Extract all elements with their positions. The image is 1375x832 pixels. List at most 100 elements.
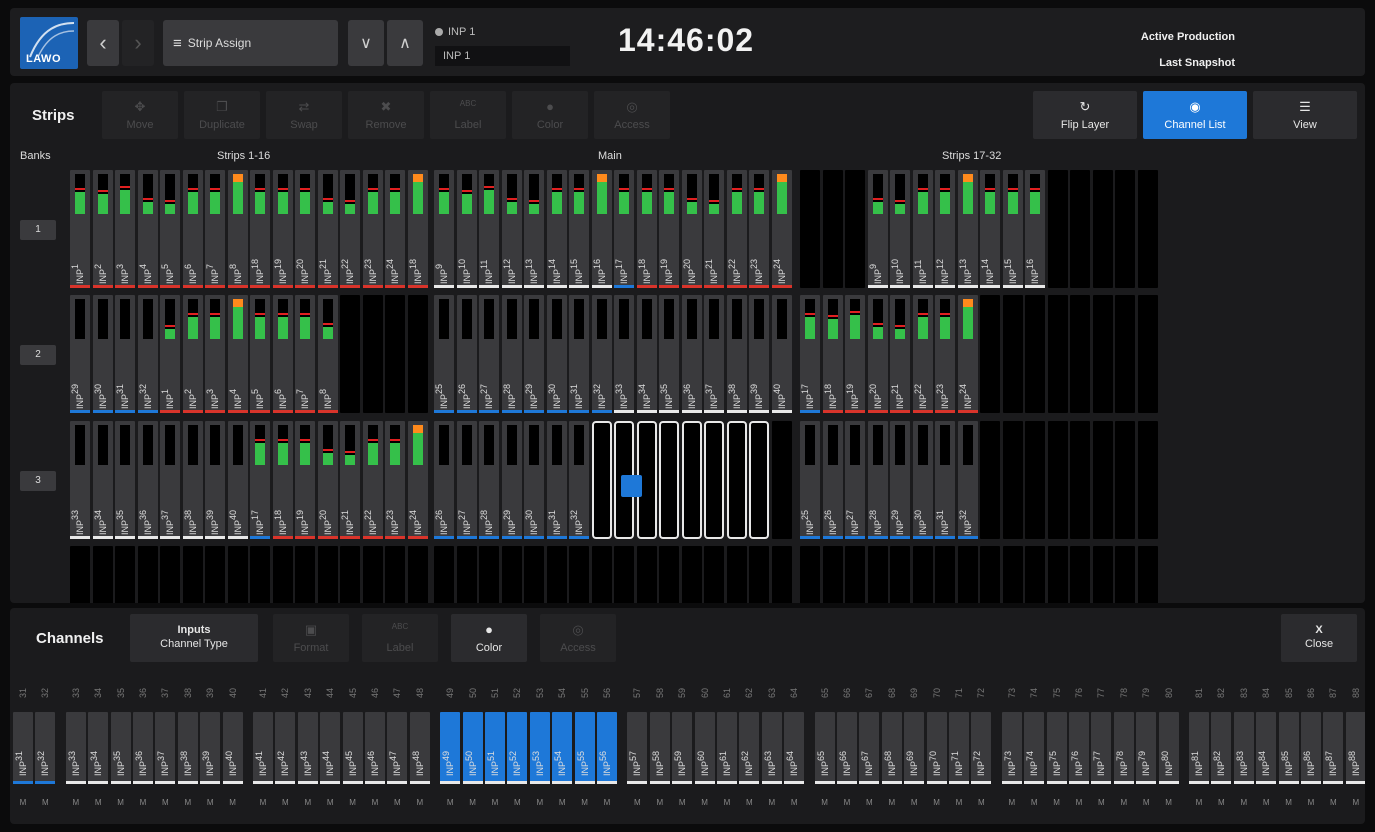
input-strip[interactable]: INP 21 [704, 170, 724, 288]
input-strip[interactable]: INP 5 [160, 170, 180, 288]
format-button[interactable]: ▣ Format [273, 614, 349, 662]
input-strip[interactable]: INP 25 [800, 421, 820, 539]
input-strip[interactable]: INP 21 [340, 421, 360, 539]
channel-strip[interactable]: INP 61 [717, 712, 737, 784]
empty-strip-slot[interactable] [1047, 295, 1068, 413]
empty-strip-slot[interactable] [867, 546, 888, 603]
empty-strip-slot[interactable] [1092, 546, 1113, 603]
input-strip[interactable]: INP 6 [182, 170, 203, 288]
empty-strip-slot[interactable] [250, 546, 270, 603]
channel-strip[interactable]: INP 83 [1233, 712, 1254, 784]
empty-strip-slot[interactable] [912, 546, 933, 603]
back-button[interactable]: ‹ [87, 20, 119, 66]
channel-strip[interactable]: INP 86 [1301, 712, 1321, 784]
channel-color-button[interactable]: ● Color [451, 614, 527, 662]
empty-strip-slot[interactable] [1047, 170, 1068, 288]
empty-strip-slot[interactable] [771, 546, 792, 603]
input-strip[interactable]: INP 16 [591, 170, 612, 288]
empty-strip-slot[interactable] [1070, 170, 1090, 288]
input-strip[interactable]: INP 23 [749, 170, 769, 288]
channel-strip[interactable]: INP 71 [949, 712, 969, 784]
empty-strip-slot[interactable] [1025, 546, 1045, 603]
input-strip[interactable]: INP 2 [92, 170, 113, 288]
input-strip[interactable]: INP 3 [205, 295, 225, 413]
input-strip[interactable]: INP 22 [726, 170, 747, 288]
channel-strip[interactable]: INP 87 [1323, 712, 1344, 784]
input-strip[interactable]: INP 8 [227, 170, 248, 288]
channel-strip[interactable]: INP 69 [904, 712, 925, 784]
empty-strip-slot[interactable] [591, 546, 612, 603]
empty-strip-slot[interactable] [340, 546, 360, 603]
empty-strip-slot[interactable] [1092, 170, 1113, 288]
input-strip[interactable]: INP 31 [569, 295, 589, 413]
empty-strip-slot[interactable] [1025, 421, 1045, 539]
empty-strip-slot[interactable] [845, 170, 865, 288]
input-strip[interactable]: INP 32 [137, 295, 158, 413]
input-strip[interactable]: INP 23 [362, 170, 383, 288]
empty-strip-slot[interactable] [681, 546, 702, 603]
channel-strip[interactable]: INP 37 [155, 712, 176, 784]
input-strip[interactable]: INP 33 [70, 421, 90, 539]
input-strip[interactable]: INP 1 [160, 295, 180, 413]
channel-strip[interactable]: INP 48 [409, 712, 430, 784]
channel-strip[interactable]: INP 42 [275, 712, 296, 784]
empty-strip-slot[interactable] [501, 546, 522, 603]
input-strip[interactable]: INP 27 [845, 421, 865, 539]
channel-strip[interactable]: INP 77 [1091, 712, 1112, 784]
empty-strip-slot[interactable] [160, 546, 180, 603]
empty-strip-slot[interactable] [317, 546, 338, 603]
bank-button-2[interactable]: 2 [20, 345, 56, 365]
empty-strip-slot[interactable] [385, 546, 405, 603]
empty-strip-slot[interactable] [1092, 421, 1113, 539]
empty-strip-slot[interactable] [1137, 546, 1158, 603]
input-strip[interactable]: INP 4 [137, 170, 158, 288]
empty-strip-slot[interactable] [1002, 421, 1023, 539]
empty-strip-slot[interactable] [800, 546, 820, 603]
empty-strip-slot[interactable] [614, 546, 634, 603]
empty-strip-slot[interactable] [1002, 546, 1023, 603]
empty-strip-slot[interactable] [362, 546, 383, 603]
input-strip[interactable]: INP 40 [227, 421, 248, 539]
input-strip[interactable]: INP 35 [659, 295, 679, 413]
input-strip[interactable]: INP 31 [546, 421, 567, 539]
empty-strip-slot[interactable] [591, 421, 612, 539]
channel-strip[interactable]: INP 34 [88, 712, 109, 784]
channel-strip[interactable]: INP 88 [1345, 712, 1365, 784]
swap-button[interactable]: ⇄ Swap [266, 91, 342, 139]
input-strip[interactable]: INP 10 [890, 170, 910, 288]
channel-strip[interactable]: INP 47 [387, 712, 408, 784]
scroll-down-button[interactable]: ∨ [348, 20, 384, 66]
input-strip[interactable]: INP 37 [704, 295, 724, 413]
empty-strip-slot[interactable] [1115, 546, 1135, 603]
channel-strip[interactable]: INP 63 [761, 712, 782, 784]
input-strip[interactable]: INP 11 [479, 170, 499, 288]
input-strip[interactable]: INP 12 [935, 170, 955, 288]
empty-strip-slot[interactable] [636, 546, 657, 603]
input-strip[interactable]: INP 22 [362, 421, 383, 539]
empty-strip-slot[interactable] [659, 546, 679, 603]
input-strip[interactable]: INP 13 [524, 170, 544, 288]
input-strip[interactable]: INP 40 [771, 295, 792, 413]
empty-strip-slot[interactable] [479, 546, 499, 603]
empty-strip-slot[interactable] [385, 295, 405, 413]
input-strip[interactable]: INP 34 [636, 295, 657, 413]
input-strip[interactable]: INP 30 [546, 295, 567, 413]
input-strip[interactable]: INP 26 [434, 421, 454, 539]
empty-strip-slot[interactable] [1092, 295, 1113, 413]
channel-strip[interactable]: INP 53 [529, 712, 550, 784]
channel-strip[interactable]: INP 74 [1024, 712, 1045, 784]
empty-strip-slot[interactable] [681, 421, 702, 539]
scroll-up-button[interactable]: ∧ [387, 20, 423, 66]
input-strip[interactable]: INP 29 [501, 421, 522, 539]
empty-strip-slot[interactable] [845, 546, 865, 603]
empty-strip-slot[interactable] [980, 295, 1000, 413]
input-strip[interactable]: INP 3 [115, 170, 135, 288]
input-strip[interactable]: INP 19 [295, 421, 315, 539]
empty-strip-slot[interactable] [1137, 295, 1158, 413]
empty-strip-slot[interactable] [935, 546, 955, 603]
bank-button-1[interactable]: 1 [20, 220, 56, 240]
input-strip[interactable]: INP 32 [569, 421, 589, 539]
channel-strip[interactable]: INP 67 [859, 712, 880, 784]
empty-strip-slot[interactable] [205, 546, 225, 603]
channel-strip[interactable]: INP 46 [365, 712, 385, 784]
